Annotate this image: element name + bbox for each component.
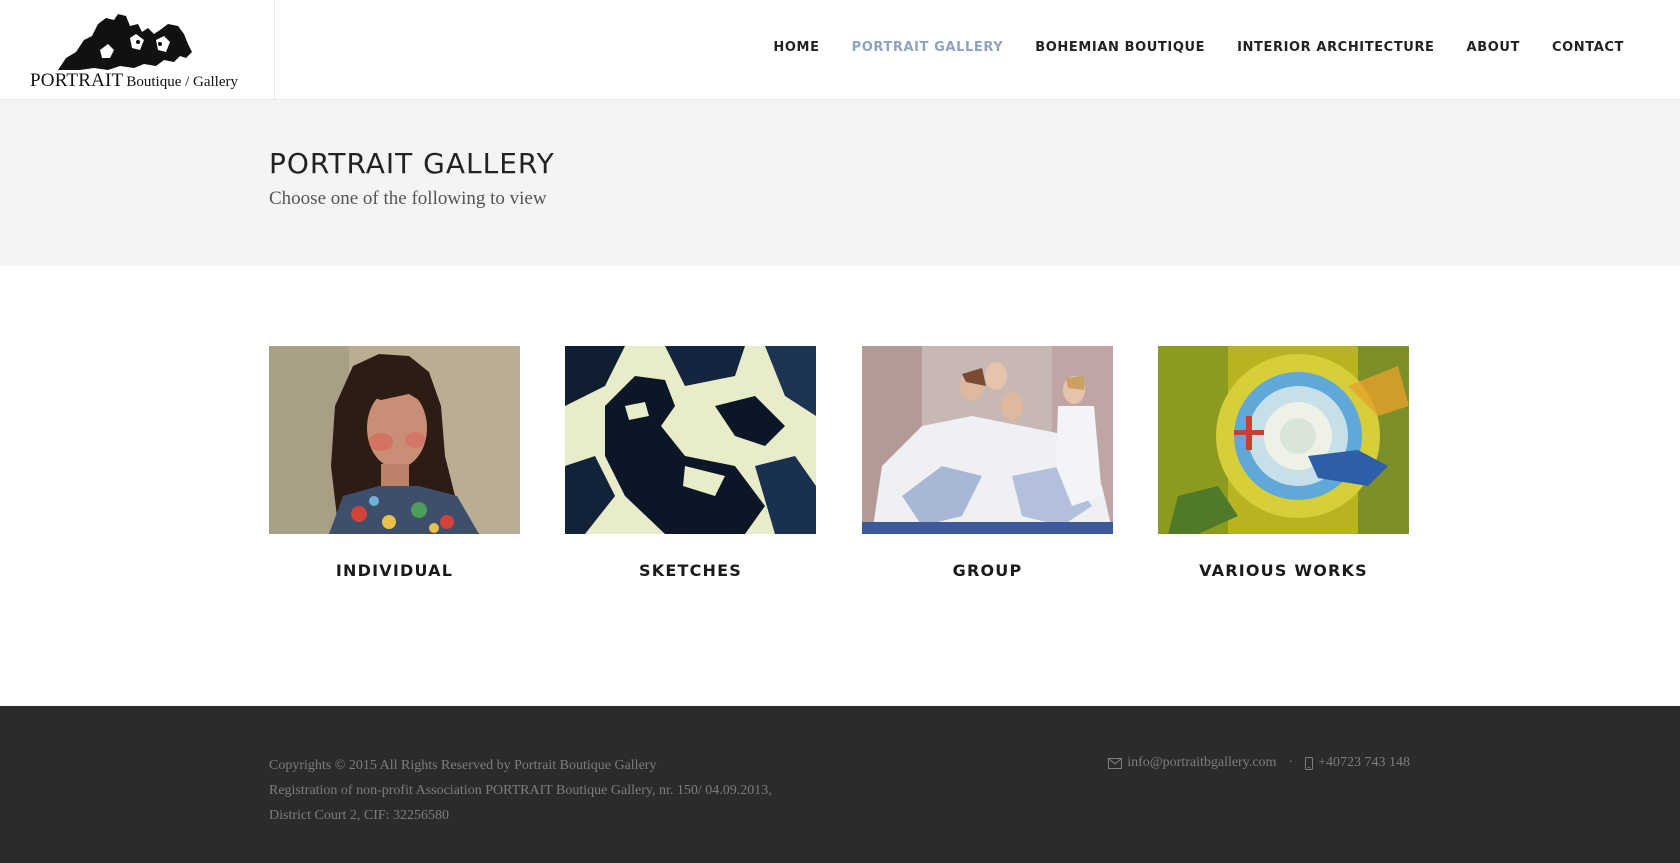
gallery-thumb-individual[interactable] <box>269 346 520 534</box>
logo-main-text: PORTRAIT <box>30 70 124 91</box>
nav-item-interior-architecture[interactable]: INTERIOR ARCHITECTURE <box>1237 40 1434 55</box>
footer-legal: Copyrights © 2015 All Rights Reserved by… <box>269 753 772 828</box>
page-title-band: PORTRAIT GALLERY Choose one of the follo… <box>0 100 1680 266</box>
gallery-label-individual[interactable]: INDIVIDUAL <box>269 561 520 580</box>
page-title: PORTRAIT GALLERY <box>269 147 555 180</box>
gallery-thumb-sketches[interactable] <box>565 346 816 534</box>
page-subtitle: Choose one of the following to view <box>269 188 547 209</box>
gallery-card-individual: INDIVIDUAL <box>269 346 520 580</box>
gallery-label-sketches[interactable]: SKETCHES <box>565 561 816 580</box>
logo-figures-icon <box>58 14 192 70</box>
gallery-thumb-group[interactable] <box>862 346 1113 534</box>
group-of-women-painting-image <box>862 346 1113 534</box>
footer-contact-separator: · <box>1288 755 1294 770</box>
nav-item-bohemian-boutique[interactable]: BOHEMIAN BOUTIQUE <box>1035 40 1205 55</box>
logo-wordmark: PORTRAIT Boutique / Gallery <box>30 70 238 92</box>
blue-figure-sketch-painting-image <box>565 346 816 534</box>
footer-copyright: Copyrights © 2015 All Rights Reserved by… <box>269 758 657 773</box>
abstract-swirl-painting-image <box>1158 346 1409 534</box>
gallery-label-various-works[interactable]: VARIOUS WORKS <box>1158 561 1409 580</box>
gallery-card-group: GROUP <box>862 346 1113 580</box>
footer-registration-line-1: Registration of non-profit Association P… <box>269 783 772 798</box>
main-nav: HOME PORTRAIT GALLERY BOHEMIAN BOUTIQUE … <box>741 40 1624 55</box>
footer-contact: info@portraitbgallery.com · +40723 743 1… <box>1108 755 1410 771</box>
portrait-of-girl-painting-image <box>269 346 520 534</box>
nav-item-portrait-gallery[interactable]: PORTRAIT GALLERY <box>852 40 1004 55</box>
site-header: PORTRAIT Boutique / Gallery HOME PORTRAIT… <box>0 0 1680 100</box>
site-logo[interactable]: PORTRAIT Boutique / Gallery <box>0 0 275 100</box>
gallery-card-sketches: SKETCHES <box>565 346 816 580</box>
nav-item-about[interactable]: ABOUT <box>1467 40 1520 55</box>
footer-email-link[interactable]: info@portraitbgallery.com <box>1127 755 1276 771</box>
logo-sub-text: Boutique / Gallery <box>126 74 239 90</box>
mobile-phone-icon <box>1305 756 1314 770</box>
gallery-thumb-various-works[interactable] <box>1158 346 1409 534</box>
envelope-icon <box>1108 757 1123 769</box>
footer-phone[interactable]: +40723 743 148 <box>1318 755 1410 771</box>
nav-item-home[interactable]: HOME <box>773 40 819 55</box>
site-footer: Copyrights © 2015 All Rights Reserved by… <box>0 706 1680 863</box>
gallery-label-group[interactable]: GROUP <box>862 561 1113 580</box>
nav-item-contact[interactable]: CONTACT <box>1552 40 1624 55</box>
footer-registration-line-2: District Court 2, CIF: 32256580 <box>269 808 450 823</box>
gallery-card-various-works: VARIOUS WORKS <box>1158 346 1409 580</box>
